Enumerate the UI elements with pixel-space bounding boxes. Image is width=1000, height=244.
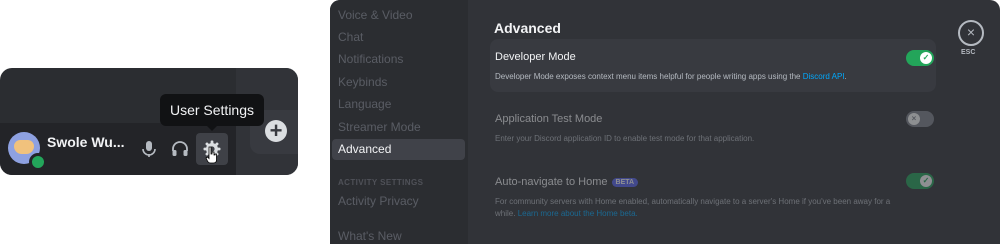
auto-navigate-description-line2-text: while. — [495, 209, 518, 218]
application-test-mode-toggle[interactable]: × — [906, 111, 934, 127]
check-icon: ✓ — [920, 175, 932, 187]
headphones-icon — [172, 141, 188, 156]
sidebar-item-voice-video[interactable]: Voice & Video — [332, 5, 465, 26]
sidebar-item-language[interactable]: Language — [332, 94, 465, 115]
esc-label: ESC — [961, 49, 976, 56]
application-test-mode-title: Application Test Mode — [495, 113, 603, 125]
auto-navigate-title: Auto-navigate to Home — [495, 176, 608, 188]
tooltip-arrow — [206, 125, 218, 131]
auto-navigate-toggle[interactable]: ✓ — [906, 173, 934, 189]
developer-mode-description-text: Developer Mode exposes context menu item… — [495, 72, 803, 81]
application-test-mode-description: Enter your Discord application ID to ena… — [495, 134, 755, 143]
user-settings-tooltip: User Settings — [160, 94, 264, 131]
home-beta-link[interactable]: Learn more about the Home beta. — [518, 209, 638, 218]
username[interactable]: Swole Wu... — [47, 134, 127, 150]
online-status-icon — [29, 153, 47, 171]
sidebar-item-whats-new[interactable]: What's New — [332, 226, 465, 244]
plus-icon: + — [265, 120, 287, 142]
auto-navigate-title-row: Auto-navigate to Home BETA — [495, 176, 639, 188]
developer-mode-description: Developer Mode exposes context menu item… — [495, 71, 847, 83]
settings-window: Voice & Video Chat Notifications Keybind… — [330, 0, 1000, 244]
discord-api-link[interactable]: Discord API — [803, 72, 845, 81]
deafen-button[interactable] — [164, 133, 196, 165]
check-icon: ✓ — [920, 52, 932, 64]
developer-mode-title: Developer Mode — [495, 51, 576, 63]
tooltip-text: User Settings — [169, 102, 255, 118]
developer-mode-toggle[interactable]: ✓ — [906, 50, 934, 66]
sidebar-header-activity-settings: ACTIVITY SETTINGS — [338, 178, 424, 187]
developer-mode-row: Developer Mode Developer Mode exposes co… — [490, 39, 936, 92]
auto-navigate-description-line2: while. Learn more about the Home beta. — [495, 208, 638, 220]
user-bar: Swole Wu... — [0, 123, 236, 175]
close-icon[interactable]: × — [958, 20, 984, 46]
hand-cursor-icon — [205, 146, 217, 164]
sidebar-item-advanced[interactable]: Advanced — [332, 139, 465, 160]
sidebar-item-notifications[interactable]: Notifications — [332, 49, 465, 70]
mute-button[interactable] — [133, 133, 165, 165]
sidebar-item-streamer-mode[interactable]: Streamer Mode — [332, 117, 465, 138]
beta-badge: BETA — [611, 177, 639, 187]
sidebar-item-chat[interactable]: Chat — [332, 27, 465, 48]
sidebar-item-keybinds[interactable]: Keybinds — [332, 72, 465, 93]
settings-sidebar: Voice & Video Chat Notifications Keybind… — [330, 0, 468, 244]
x-icon: × — [908, 113, 920, 125]
mic-icon — [142, 141, 156, 157]
developer-mode-description-end: . — [844, 72, 847, 81]
settings-content: Advanced Developer Mode Developer Mode e… — [468, 0, 1000, 244]
avatar-image — [14, 140, 34, 154]
auto-navigate-description: For community servers with Home enabled,… — [495, 197, 891, 206]
sidebar-item-activity-privacy[interactable]: Activity Privacy — [332, 191, 465, 212]
page-title: Advanced — [494, 20, 561, 36]
avatar[interactable] — [8, 132, 47, 171]
